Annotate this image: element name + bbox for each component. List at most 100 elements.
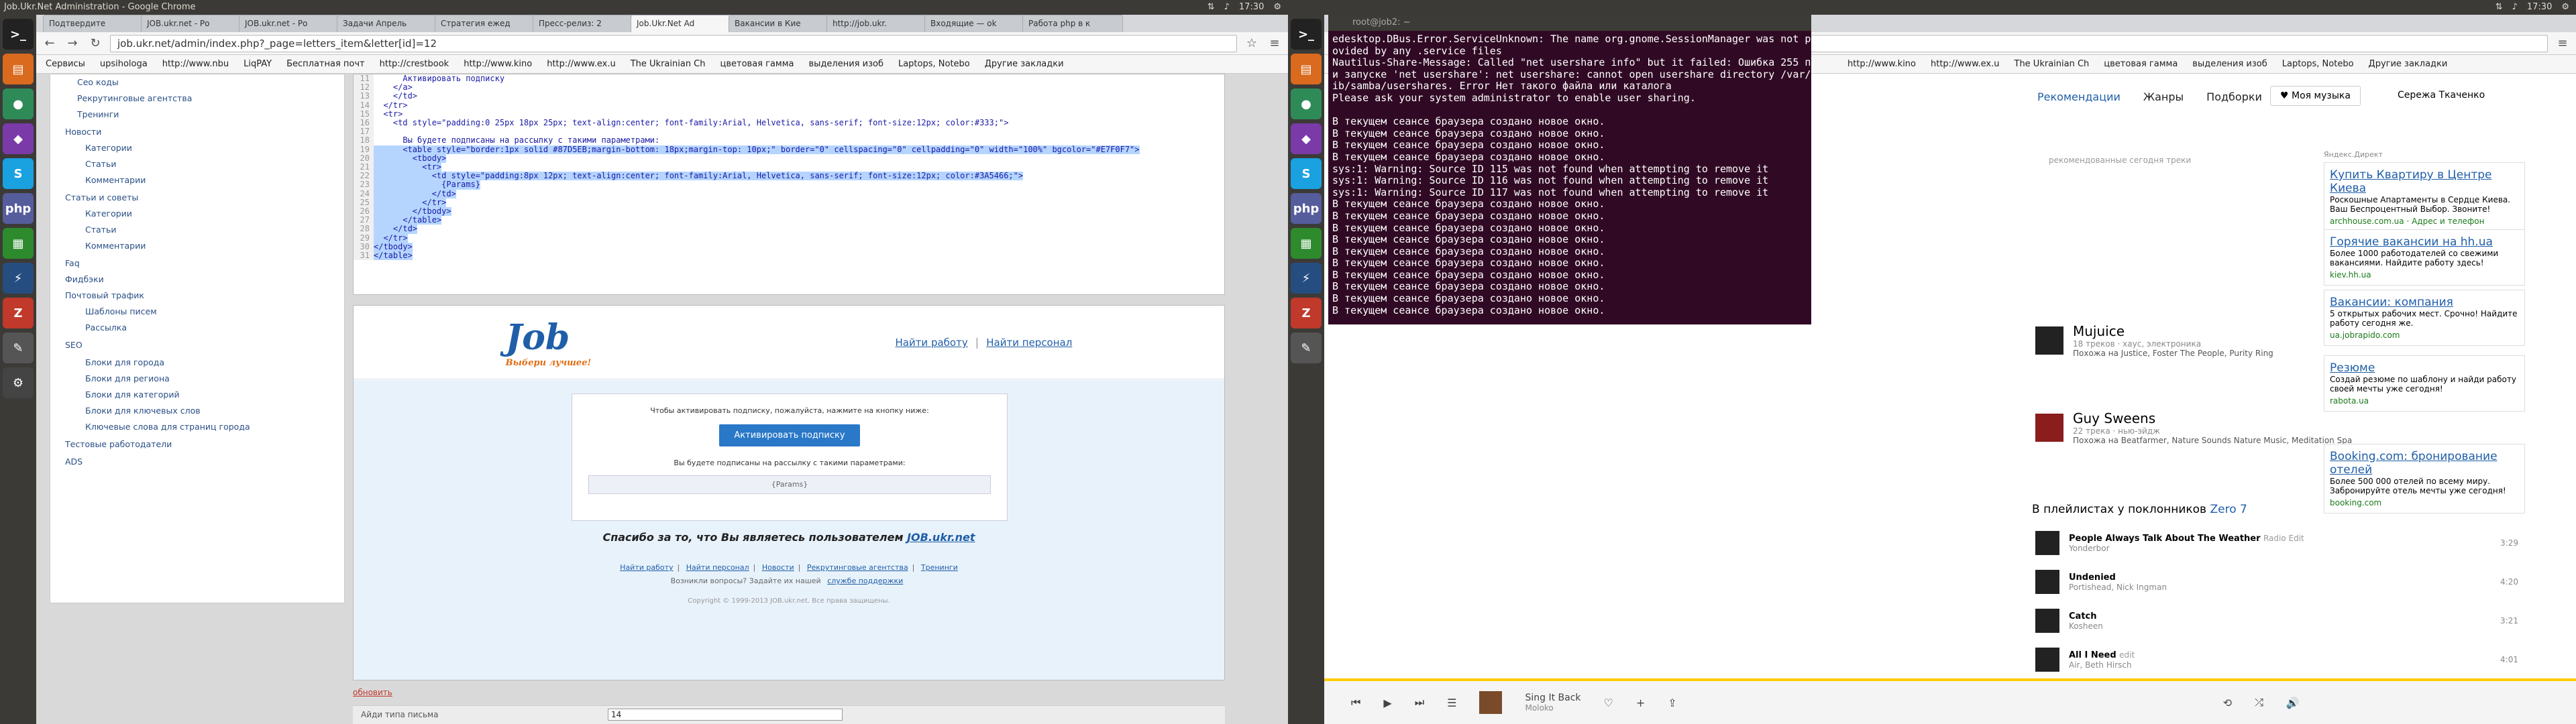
nav-recommendations[interactable]: Рекомендации — [2037, 90, 2121, 103]
sidebar-item[interactable]: Категории — [85, 143, 132, 153]
sidebar-item[interactable]: Блоки для города — [85, 357, 164, 367]
bookmark[interactable]: цветовая гамма — [720, 59, 794, 69]
bookmark[interactable]: Laptops, Notebo — [898, 59, 970, 69]
code-line[interactable]: 16 <td style="padding:0 25px 18px 25px; … — [354, 118, 1224, 128]
like-icon[interactable]: ♡ — [1604, 697, 1613, 709]
address-bar[interactable]: job.ukr.net/admin/index.php?_page=letter… — [110, 34, 1237, 52]
sidebar-item[interactable]: Рассылка — [85, 322, 127, 333]
footer-link[interactable]: Новости — [762, 563, 794, 572]
bookmark[interactable]: цветовая гамма — [2104, 59, 2178, 69]
code-line[interactable]: 28 </td> — [354, 225, 1224, 234]
tab-active[interactable]: Job.Ukr.Net Ad — [631, 15, 731, 32]
ad-headline[interactable]: Booking.com: бронирование отелей — [2330, 450, 2519, 477]
repeat-icon[interactable]: ⟲ — [2223, 697, 2232, 709]
forward-icon[interactable]: → — [64, 36, 80, 52]
sidebar-item[interactable]: Блоки для ключевых слов — [85, 406, 201, 416]
footer-link[interactable]: Тренинги — [921, 563, 958, 572]
network-icon[interactable]: ⇅ — [1208, 0, 1215, 15]
code-line[interactable]: 31 </table> — [354, 251, 1224, 261]
artist-name[interactable]: Mujuice — [2073, 323, 2273, 339]
code-line[interactable]: 30 </tbody> — [354, 242, 1224, 252]
artist-row[interactable]: Mujuice 18 треков · хаус, электроника По… — [2035, 323, 2273, 358]
clock[interactable]: 17:30 — [1239, 0, 1264, 15]
tab[interactable]: Подтвердите — [43, 15, 144, 32]
sidebar-group[interactable]: Почтовый трафик — [65, 290, 144, 300]
nav-collections[interactable]: Подборки — [2206, 90, 2262, 103]
tab[interactable]: JOB.ukr.net - Ро — [239, 15, 339, 32]
find-staff-link[interactable]: Найти персонал — [986, 337, 1072, 349]
code-line[interactable]: 23 {Params} — [354, 180, 1224, 190]
bookmark[interactable]: http://www.ex.u — [547, 59, 616, 69]
terminal-launcher-icon[interactable]: >_ — [1291, 19, 1322, 50]
prev-icon[interactable]: ⏮ — [1351, 696, 1360, 709]
share-icon[interactable]: ⇪ — [1668, 697, 1676, 709]
play-icon[interactable]: ▶ — [1383, 697, 1391, 709]
track-artist[interactable]: Yonderbor — [2069, 544, 2491, 553]
filezilla-launcher-icon[interactable]: Z — [3, 298, 34, 328]
sidebar-group[interactable]: ADS — [65, 457, 83, 467]
ad-headline[interactable]: Горячие вакансии на hh.ua — [2330, 235, 2519, 249]
ad-block[interactable]: Вакансии: компания 5 открытых рабочих мес… — [2324, 290, 2525, 346]
shuffle-icon[interactable]: ⤮ — [2255, 696, 2263, 709]
ad-headline[interactable]: Вакансии: компания — [2330, 296, 2519, 309]
track-row[interactable]: People Always Talk About The Weather Rad… — [2035, 531, 2518, 555]
clock-right[interactable]: 17:30 — [2527, 0, 2552, 15]
skype-launcher-icon[interactable]: S — [1291, 158, 1322, 189]
bookmark[interactable]: http://www.kino — [1847, 59, 1916, 69]
files-launcher-icon[interactable]: ▤ — [3, 54, 34, 84]
sidebar-item[interactable]: Блоки для категорий — [85, 389, 180, 400]
tab[interactable]: Вакансии в Кие — [729, 15, 829, 32]
php-launcher-icon[interactable]: php — [3, 193, 34, 224]
code-line[interactable]: 27 </table> — [354, 216, 1224, 225]
ad-url[interactable]: booking.com — [2330, 498, 2519, 507]
track-row[interactable]: All I Need edit Air, Beth Hirsch 4:01 — [2035, 648, 2518, 672]
type-id-input[interactable]: 14 — [608, 709, 843, 721]
sidebar-item[interactable]: Рекрутинговые агентства — [77, 93, 192, 103]
code-line[interactable]: 25 </tr> — [354, 198, 1224, 208]
bookmark[interactable]: Laptops, Notebo — [2282, 59, 2354, 69]
star-icon[interactable]: ☆ — [1244, 36, 1260, 52]
ad-block[interactable]: Купить Квартиру в Центре Киева Роскошные … — [2324, 162, 2525, 232]
sidebar-item[interactable]: Комментарии — [85, 241, 146, 251]
bookmark[interactable]: upsihologa — [100, 59, 148, 69]
sidebar-item[interactable]: Категории — [85, 208, 132, 219]
add-icon[interactable]: + — [1636, 697, 1645, 709]
sidebar-group[interactable]: Статьи и советы — [65, 192, 138, 202]
ad-url[interactable]: rabota.ua — [2330, 396, 2519, 406]
sidebar-item[interactable]: Сео коды — [77, 77, 119, 87]
thanks-link[interactable]: JOB.ukr.net — [907, 531, 975, 544]
chrome-launcher-icon[interactable]: ● — [3, 88, 34, 119]
ad-url[interactable]: kiev.hh.ua — [2330, 270, 2519, 280]
terminal-output[interactable]: edesktop.DBus.Error.ServiceUnknown: The … — [1328, 31, 1811, 319]
terminal-window[interactable]: root@job2: ~ edesktop.DBus.Error.Service… — [1328, 15, 1811, 324]
bookmark[interactable]: LiqPAY — [244, 59, 272, 69]
footer-link[interactable]: Найти персонал — [686, 563, 749, 572]
volume-icon[interactable]: ♪ — [1224, 0, 1230, 15]
ad-url[interactable]: ua.jobrapido.com — [2330, 330, 2519, 340]
footer-link[interactable]: Рекрутинговые агентства — [807, 563, 908, 572]
reload-icon[interactable]: ↻ — [87, 36, 103, 52]
tab[interactable]: Задачи Апрель — [337, 15, 437, 32]
track-row[interactable]: Catch Kosheen 3:21 — [2035, 609, 2518, 633]
code-line[interactable]: 18 Вы будете подписаны на рассылку с так… — [354, 136, 1224, 145]
network-launcher-icon[interactable]: ⚡ — [3, 263, 34, 294]
sidebar-item[interactable]: Шаблоны писем — [85, 306, 157, 316]
track-artist[interactable]: Portishead, Nick Ingman — [2069, 583, 2491, 592]
ad-url[interactable]: archhouse.com.ua · Адрес и телефон — [2330, 217, 2519, 226]
bookmark[interactable]: http://www.nbu — [162, 59, 229, 69]
playlists-artist-link[interactable]: Zero 7 — [2210, 503, 2247, 516]
next-icon[interactable]: ⏭ — [1415, 696, 1424, 709]
ad-block[interactable]: Booking.com: бронирование отелей Более 50… — [2324, 444, 2525, 514]
app-launcher-icon[interactable]: ◆ — [3, 123, 34, 154]
ad-headline[interactable]: Резюме — [2330, 361, 2519, 375]
sidebar-group[interactable]: Новости — [65, 127, 101, 137]
network-icon[interactable]: ⇅ — [2496, 0, 2503, 15]
code-line[interactable]: 24 </td> — [354, 189, 1224, 198]
bookmark[interactable]: Другие закладки — [2369, 59, 2448, 69]
code-line[interactable]: 29 </tr> — [354, 233, 1224, 243]
php-launcher-icon[interactable]: php — [1291, 193, 1322, 224]
ad-headline[interactable]: Купить Квартиру в Центре Киева — [2330, 168, 2519, 195]
code-editor[interactable]: 11 Активировать подписку 12 </a> 13 </td> 1… — [353, 74, 1225, 295]
tab[interactable]: Работа php в к — [1022, 15, 1123, 32]
playlist-icon[interactable]: ☰ — [1447, 697, 1456, 709]
